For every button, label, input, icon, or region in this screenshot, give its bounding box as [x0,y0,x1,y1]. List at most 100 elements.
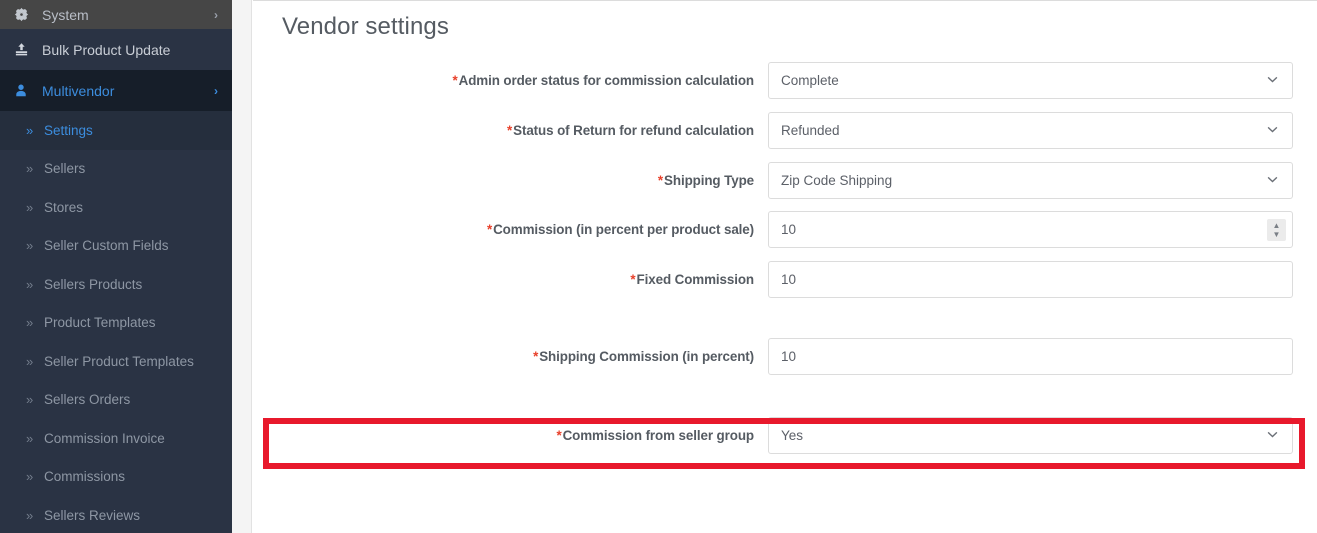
vendor-settings-form: *Admin order status for commission calcu… [253,62,1317,455]
sidebar-item-commission-invoice[interactable]: » Commission Invoice [0,419,232,458]
sidebar-item-label-sellers: Sellers [44,161,86,176]
select-value: Yes [781,428,804,444]
form-row-commission-from-seller-group: *Commission from seller group Yes [253,417,1317,455]
sidebar-item-multivendor[interactable]: Multivendor › [0,70,232,111]
double-chevron-icon: » [26,161,34,177]
chevron-right-icon-multivendor: › [214,83,218,98]
main-content: Vendor settings *Admin order status for … [252,0,1317,533]
sidebar-item-label-product-templates: Product Templates [44,315,156,330]
field-label-status-of-return: *Status of Return for refund calculation [268,112,768,141]
gear-icon [14,7,36,22]
label-text: Status of Return for refund calculation [513,123,754,139]
label-text: Shipping Commission (in percent) [539,349,754,365]
number-stepper-commission-percent[interactable]: ▲ ▼ [1267,218,1286,241]
stepper-up-icon[interactable]: ▲ [1273,221,1281,229]
field-control-wrap: Refunded [768,112,1317,150]
chevron-down-icon [1267,75,1278,86]
user-icon [14,83,36,98]
sidebar-item-label-commission-invoice: Commission Invoice [44,430,165,446]
sidebar-item-system[interactable]: System › [0,0,232,29]
field-label-admin-order-status: *Admin order status for commission calcu… [268,62,768,91]
row-spacer [253,388,1317,417]
double-chevron-icon: » [26,392,34,408]
page-title: Vendor settings [282,13,449,40]
label-text: Commission from seller group [562,428,755,444]
sidebar-item-label-sellers-products: Sellers Products [44,276,143,292]
chevron-down-icon [1267,430,1278,441]
input-fixed-commission[interactable]: 10 [768,261,1293,299]
form-row-admin-order-status: *Admin order status for commission calcu… [253,62,1317,100]
chevron-right-icon: › [214,7,218,22]
double-chevron-icon: » [26,430,34,446]
sidebar-item-label-commissions: Commissions [44,469,126,484]
double-chevron-icon: » [26,507,34,523]
field-label-shipping-commission: *Shipping Commission (in percent) [268,338,768,367]
select-shipping-type[interactable]: Zip Code Shipping [768,162,1293,200]
input-value: 10 [781,349,797,365]
field-control-wrap: Zip Code Shipping [768,162,1317,200]
select-commission-from-seller-group[interactable]: Yes [768,417,1293,455]
vendor-settings-card: Vendor settings *Admin order status for … [253,0,1317,533]
field-label-commission-percent: *Commission (in percent per product sale… [268,211,768,240]
field-control-wrap: 10 [768,261,1317,299]
label-text: Shipping Type [664,173,754,189]
field-label-commission-from-seller-group: *Commission from seller group [268,417,768,446]
double-chevron-icon: » [26,199,34,215]
form-row-shipping-type: *Shipping Type Zip Code Shipping [253,162,1317,200]
double-chevron-icon: » [26,122,34,138]
select-status-of-return[interactable]: Refunded [768,112,1293,150]
form-row-commission-percent: *Commission (in percent per product sale… [253,211,1317,249]
input-shipping-commission[interactable]: 10 [768,338,1293,376]
double-chevron-icon: » [26,276,34,292]
row-spacer [253,310,1317,338]
sidebar-item-bulk-product-update[interactable]: Bulk Product Update [0,29,232,70]
double-chevron-icon: » [26,469,34,485]
sidebar: System › Bulk Product Update Multivendor… [0,0,232,533]
sidebar-item-stores[interactable]: » Stores [0,188,232,227]
sidebar-item-commissions[interactable]: » Commissions [0,457,232,496]
sidebar-item-sellers-reviews[interactable]: » Sellers Reviews [0,496,232,533]
input-value: 10 [781,222,797,238]
input-commission-percent[interactable]: 10 [768,211,1293,249]
sidebar-item-label-seller-custom-fields: Seller Custom Fields [44,238,169,253]
double-chevron-icon: » [26,315,34,331]
sidebar-item-label-sellers-reviews: Sellers Reviews [44,507,141,523]
app-root: System › Bulk Product Update Multivendor… [0,0,1317,533]
field-label-fixed-commission: *Fixed Commission [268,261,768,290]
sidebar-item-sellers[interactable]: » Sellers [0,149,232,188]
form-row-shipping-commission: *Shipping Commission (in percent) 10 [253,338,1317,376]
select-admin-order-status[interactable]: Complete [768,62,1293,100]
field-control-wrap: 10 ▲ ▼ [768,211,1317,249]
field-control-wrap: 10 [768,338,1317,376]
sidebar-item-seller-custom-fields[interactable]: » Seller Custom Fields [0,226,232,265]
label-text: Commission (in percent per product sale) [493,222,754,238]
sidebar-item-label-multivendor: Multivendor [42,82,115,99]
upload-icon [14,42,36,57]
select-value: Zip Code Shipping [781,173,893,189]
chevron-down-icon [1267,175,1278,186]
field-control-wrap: Complete [768,62,1317,100]
stepper-down-icon[interactable]: ▼ [1273,230,1281,238]
select-value: Complete [781,73,839,89]
sidebar-item-label-seller-product-templates: Seller Product Templates [44,353,194,369]
field-control-wrap: Yes [768,417,1317,455]
sidebar-item-label-stores: Stores [44,199,84,215]
sidebar-item-seller-product-templates[interactable]: » Seller Product Templates [0,342,232,381]
sidebar-item-label-system: System [42,6,89,23]
sidebar-item-product-templates[interactable]: » Product Templates [0,303,232,342]
sidebar-item-label-sellers-orders: Sellers Orders [44,392,131,407]
select-value: Refunded [781,123,840,139]
field-label-shipping-type: *Shipping Type [268,162,768,191]
sidebar-gutter [232,0,252,533]
label-text: Admin order status for commission calcul… [458,73,754,89]
input-value: 10 [781,272,797,288]
sidebar-item-sellers-products[interactable]: » Sellers Products [0,265,232,304]
sidebar-item-sellers-orders[interactable]: » Sellers Orders [0,380,232,419]
label-text: Fixed Commission [636,272,755,288]
sidebar-item-settings[interactable]: » Settings [0,111,232,150]
form-row-status-of-return: *Status of Return for refund calculation… [253,112,1317,150]
double-chevron-icon: » [26,353,34,369]
sidebar-item-label-bulk-product-update: Bulk Product Update [42,41,171,58]
double-chevron-icon: » [26,238,34,254]
form-row-fixed-commission: *Fixed Commission 10 [253,261,1317,299]
